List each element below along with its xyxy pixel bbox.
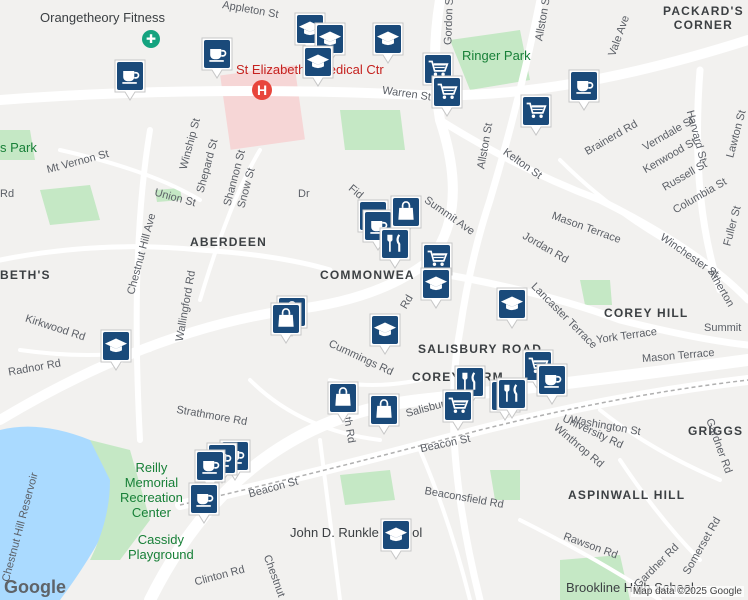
poi-pin-school-icon[interactable] xyxy=(495,286,529,330)
poi-pin-shopping-cart-icon[interactable] xyxy=(519,93,553,137)
area-aberdeen: ABERDEEN xyxy=(190,235,267,249)
poi-orangetheory[interactable]: Orangetheory Fitness xyxy=(40,10,165,25)
fitness-pin-icon[interactable]: ✚ xyxy=(142,30,160,48)
poi-pin-restaurant-icon[interactable] xyxy=(378,226,412,270)
area-beths: BETH'S xyxy=(0,268,51,282)
street-gordon-st: Gordon St xyxy=(442,0,456,46)
poi-pin-cafe-icon[interactable] xyxy=(567,68,601,112)
poi-pin-school-icon[interactable] xyxy=(371,21,405,65)
map-attribution[interactable]: Map data ©2025 Google xyxy=(630,586,744,597)
street-rd-fragment-1: Rd xyxy=(0,188,15,200)
poi-pin-shopping-bag-icon[interactable] xyxy=(269,301,303,345)
street-dr-fragment: Dr xyxy=(298,188,310,200)
hospital-icon[interactable]: H xyxy=(252,80,272,100)
poi-park-fragment[interactable]: s Park xyxy=(0,140,37,155)
area-aspinwall-hill: ASPINWALL HILL xyxy=(568,488,686,502)
area-commonwealth: COMMONWEA xyxy=(320,268,415,282)
poi-pin-cafe-icon[interactable] xyxy=(113,58,147,102)
poi-cassidy[interactable]: Cassidy Playground xyxy=(128,532,194,562)
area-corey-hill: COREY HILL xyxy=(604,306,689,320)
poi-pin-school-icon[interactable] xyxy=(419,266,453,310)
poi-pin-shopping-cart-icon[interactable] xyxy=(430,74,464,118)
poi-pin-cafe-icon[interactable] xyxy=(200,36,234,80)
poi-pin-shopping-cart-icon[interactable] xyxy=(441,388,475,432)
poi-pin-school-icon[interactable] xyxy=(99,328,133,372)
poi-pin-restaurant-icon[interactable] xyxy=(495,376,529,420)
street-summit-fragment: Summit xyxy=(704,322,742,334)
poi-pin-shopping-bag-icon[interactable] xyxy=(326,380,360,424)
poi-reilly[interactable]: Reilly Memorial Recreation Center xyxy=(120,460,183,520)
poi-pin-school-icon[interactable] xyxy=(368,312,402,356)
poi-pin-school-icon[interactable] xyxy=(301,44,335,88)
poi-ringer-park[interactable]: Ringer Park xyxy=(462,48,531,63)
poi-pin-cafe-icon[interactable] xyxy=(535,362,569,406)
google-logo: Google xyxy=(4,577,66,597)
poi-pin-cafe-icon[interactable] xyxy=(187,481,221,525)
poi-pin-shopping-bag-icon[interactable] xyxy=(367,392,401,436)
poi-pin-school-icon[interactable] xyxy=(379,517,413,561)
area-packards-corner: PACKARD'S CORNER xyxy=(663,4,744,32)
